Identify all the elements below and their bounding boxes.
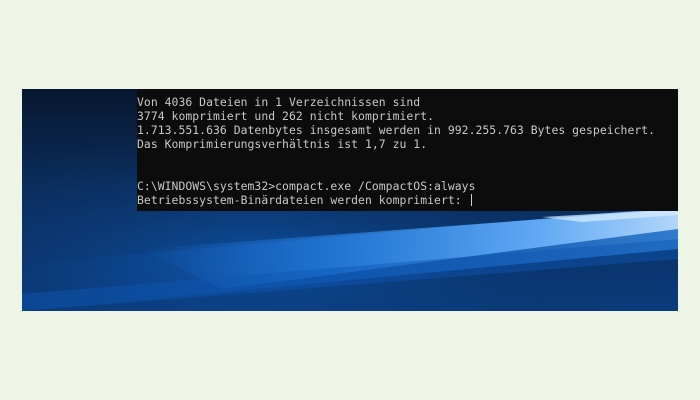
command-prompt-window[interactable]: Von 4036 Dateien in 1 Verzeichnissen sin… bbox=[137, 89, 678, 211]
text-cursor bbox=[470, 194, 472, 206]
output-line: Von 4036 Dateien in 1 Verzeichnissen sin… bbox=[137, 95, 421, 109]
output-line: Das Komprimierungsverhältnis ist 1,7 zu … bbox=[137, 137, 428, 151]
status-line[interactable]: Betriebssystem-Binärdateien werden kompr… bbox=[137, 193, 678, 207]
output-line: 3774 komprimiert und 262 nicht komprimie… bbox=[137, 109, 435, 123]
status-text: Betriebssystem-Binärdateien werden kompr… bbox=[137, 193, 469, 207]
command-line: C:\WINDOWS\system32>compact.exe /Compact… bbox=[137, 179, 476, 193]
output-line: 1.713.551.636 Datenbytes insgesamt werde… bbox=[137, 123, 656, 137]
screenshot-frame: Von 4036 Dateien in 1 Verzeichnissen sin… bbox=[22, 89, 678, 311]
